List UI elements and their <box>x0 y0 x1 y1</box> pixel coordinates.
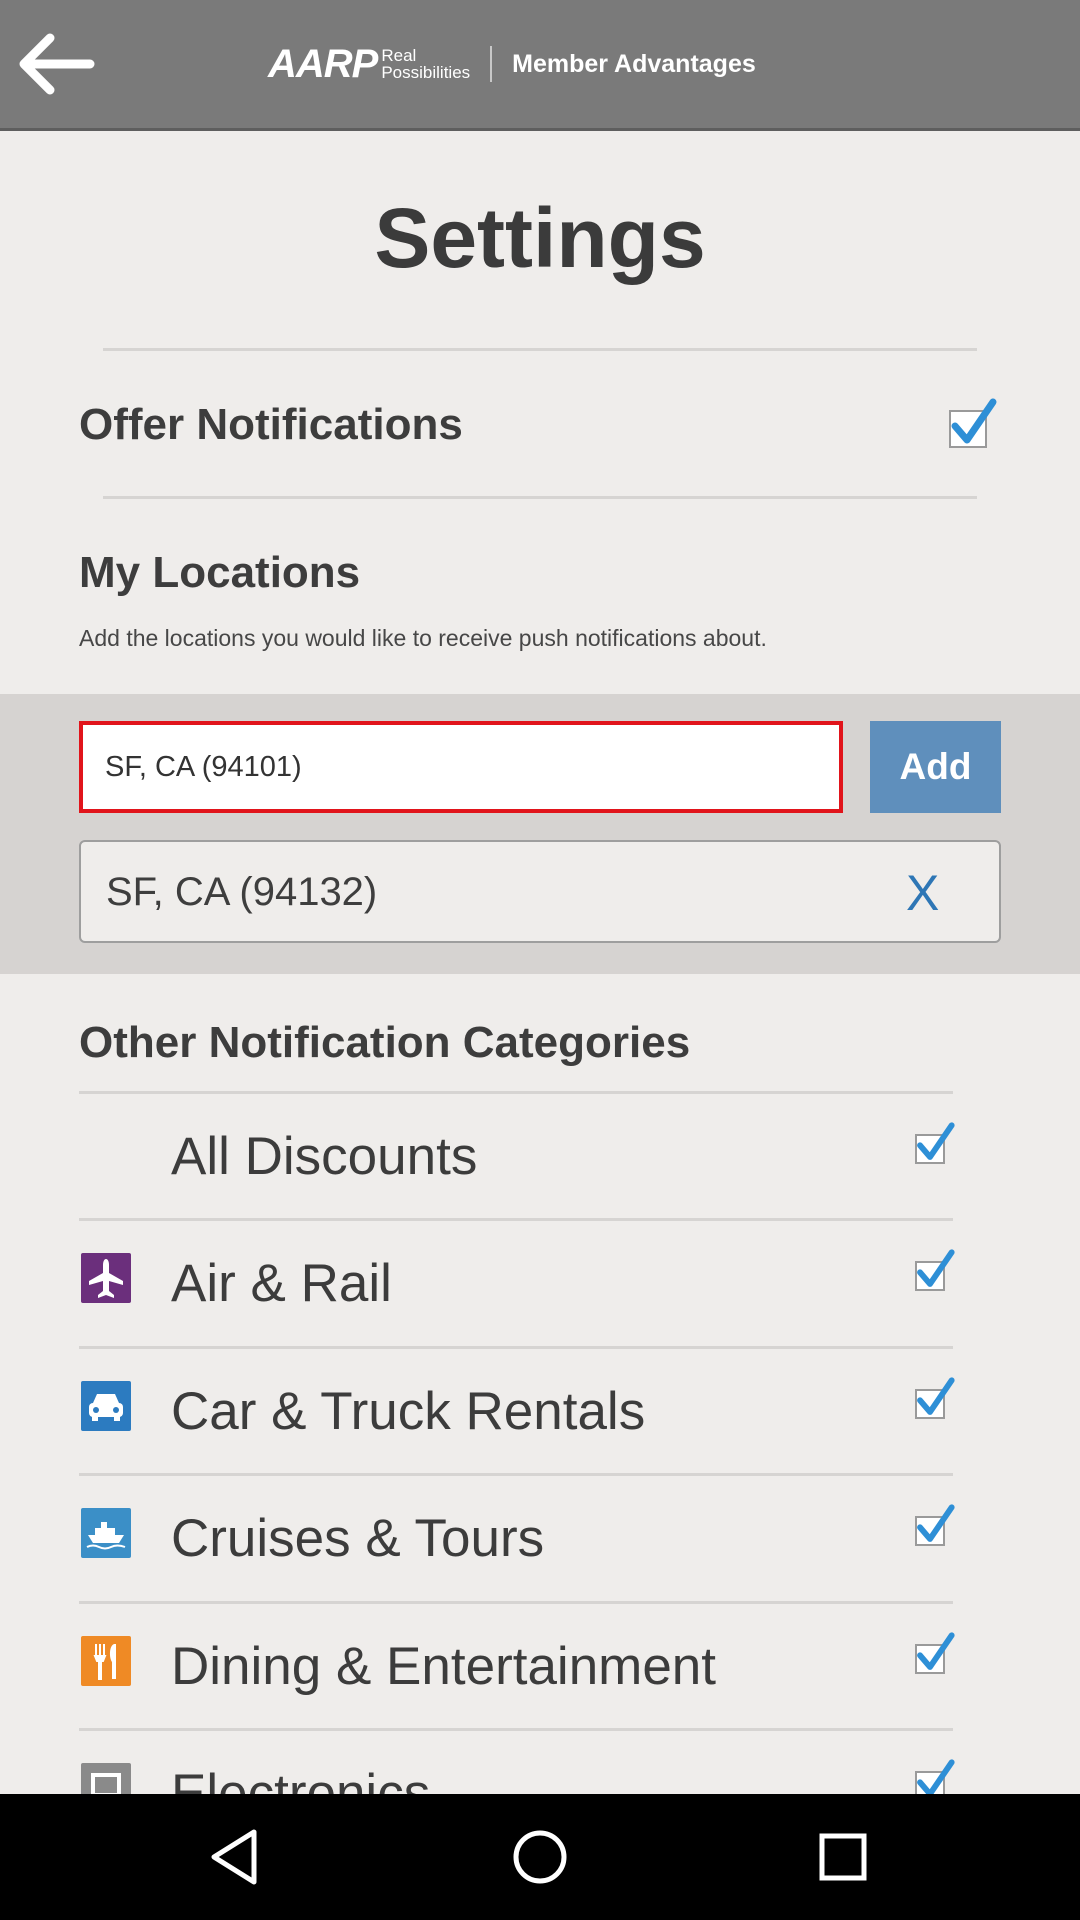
remove-location-button[interactable]: X <box>906 864 939 922</box>
nav-back-icon[interactable] <box>202 1822 272 1892</box>
logo-divider <box>490 46 493 82</box>
app-header: AARP Real Possibilities Member Advantage… <box>0 0 1080 131</box>
divider <box>103 348 977 351</box>
location-input[interactable] <box>79 721 843 813</box>
offer-notifications-label: Offer Notifications <box>79 400 463 449</box>
airplane-icon <box>81 1253 131 1303</box>
checkmark-icon <box>917 1504 955 1542</box>
category-checkbox[interactable] <box>915 1249 955 1291</box>
my-locations-description: Add the locations you would like to rece… <box>79 625 767 651</box>
checkmark-icon <box>917 1377 955 1415</box>
category-row-air-rail[interactable]: Air & Rail <box>79 1221 955 1348</box>
saved-location-item: SF, CA (94132) X <box>79 840 1001 943</box>
category-row-all-discounts[interactable]: All Discounts <box>79 1094 955 1221</box>
brand-tagline: Real Possibilities <box>381 46 471 82</box>
category-row-dining-entertainment[interactable]: Dining & Entertainment <box>79 1604 955 1731</box>
category-row-car-truck-rentals[interactable]: Car & Truck Rentals <box>79 1349 955 1476</box>
category-label: Air & Rail <box>171 1254 392 1313</box>
category-label: Car & Truck Rentals <box>171 1382 646 1441</box>
add-location-button[interactable]: Add <box>870 721 1001 813</box>
category-checkbox[interactable] <box>915 1377 955 1419</box>
nav-recents-icon[interactable] <box>808 1822 878 1892</box>
back-button[interactable] <box>10 22 100 106</box>
utensils-icon <box>81 1636 131 1686</box>
category-checkbox[interactable] <box>915 1632 955 1674</box>
saved-location-label: SF, CA (94132) <box>106 870 378 914</box>
other-categories-title: Other Notification Categories <box>79 1018 691 1067</box>
checkmark-icon <box>951 398 997 444</box>
category-label: Dining & Entertainment <box>171 1637 717 1696</box>
category-label: Cruises & Tours <box>171 1509 545 1568</box>
category-label: All Discounts <box>171 1127 478 1186</box>
divider <box>103 496 977 499</box>
aarp-logo: AARP Real Possibilities Member Advantage… <box>268 38 756 90</box>
category-checkbox[interactable] <box>915 1122 955 1164</box>
my-locations-title: My Locations <box>79 548 361 597</box>
nav-home-icon[interactable] <box>505 1822 575 1892</box>
category-row-cruises-tours[interactable]: Cruises & Tours <box>79 1476 955 1603</box>
checkmark-icon <box>917 1122 955 1160</box>
section-name: Member Advantages <box>512 49 756 78</box>
ship-icon <box>81 1508 131 1558</box>
arrow-left-icon <box>19 33 95 95</box>
checkmark-icon <box>917 1632 955 1670</box>
car-icon <box>81 1381 131 1431</box>
brand-name: AARP <box>268 41 378 86</box>
category-checkbox[interactable] <box>915 1504 955 1546</box>
page-title: Settings <box>374 191 706 285</box>
system-nav-bar <box>0 1794 1080 1920</box>
checkmark-icon <box>917 1249 955 1287</box>
offer-notifications-checkbox[interactable] <box>949 398 997 448</box>
